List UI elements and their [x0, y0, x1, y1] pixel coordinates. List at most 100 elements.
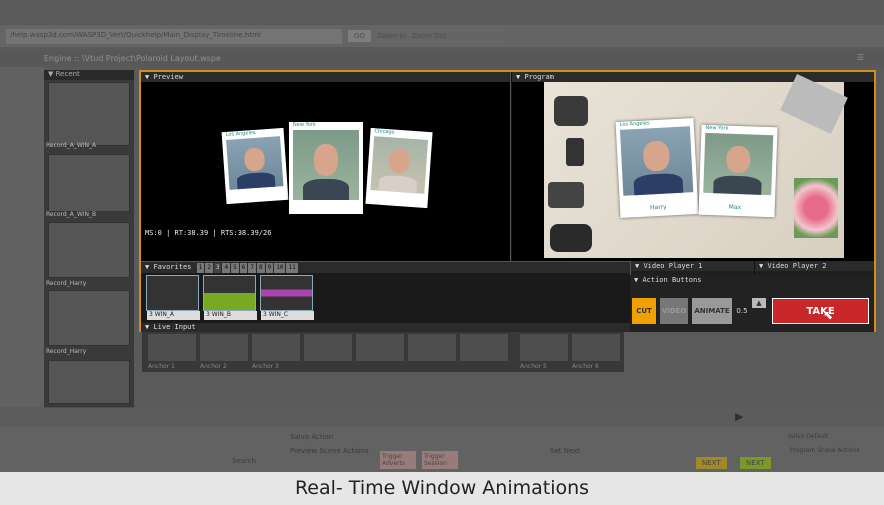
program-header: ▼ Program: [512, 72, 874, 82]
go-button[interactable]: GO: [348, 30, 371, 42]
preview-panel: ▼ Preview Los Angeles New York Chicago M…: [141, 72, 511, 261]
next-button[interactable]: NEXT: [696, 457, 727, 469]
trigger-session-button[interactable]: Trigger Session: [422, 451, 458, 469]
engine-title-bar: Engine :: \Vtud Project\Polaroid Layout.…: [0, 51, 884, 67]
camera-prop: [554, 96, 588, 126]
salvo-default-label: Salvo Default: [788, 433, 829, 440]
flowers-prop: [794, 178, 838, 238]
take-button[interactable]: TAKE: [772, 298, 869, 324]
engine-title: Engine :: \Vtud Project\Polaroid Layout.…: [44, 54, 221, 63]
live-input-thumb[interactable]: [252, 334, 300, 361]
polaroid: New York Max: [698, 124, 778, 218]
laptop-prop: [780, 74, 848, 134]
favorite-label: 3 WIN_A: [147, 311, 200, 320]
polaroid: Chicago: [365, 127, 433, 209]
live-input-thumb[interactable]: [520, 334, 568, 361]
favorites-tab[interactable]: 9: [265, 263, 274, 273]
recent-thumb[interactable]: [48, 154, 130, 212]
cut-button[interactable]: CUT: [632, 298, 656, 324]
play-icon[interactable]: ▶: [735, 410, 743, 423]
live-input-label: Anchor 2: [200, 363, 227, 370]
recent-label: Record_A_WIN_B: [46, 211, 97, 218]
trigger-adverts-button[interactable]: Trigger Adverts: [380, 451, 416, 469]
favorites-tab[interactable]: 7: [248, 263, 256, 273]
favorite-item[interactable]: 3 WIN_C: [260, 275, 314, 320]
favorites-tab[interactable]: 2: [205, 263, 213, 273]
menu-icon[interactable]: ☰: [857, 53, 864, 62]
video-caption: Real- Time Window Animations: [0, 472, 884, 505]
live-input-thumb[interactable]: [304, 334, 352, 361]
url-field[interactable]: /help.wasp3d.com/WASP3D_Vert/Quickhelp/M…: [6, 28, 342, 44]
engine-main-panel: ▼ Preview Los Angeles New York Chicago M…: [139, 70, 876, 332]
duration-up-arrow-icon[interactable]: ▲: [752, 298, 766, 308]
action-buttons-panel: ▼ Action Buttons CUT VIDEO ANIMATE 0.5 ▲…: [630, 275, 874, 332]
live-input-thumb[interactable]: [460, 334, 508, 361]
zoom-in-link[interactable]: Zoom In: [377, 32, 406, 40]
favorites-tab[interactable]: 5: [231, 263, 239, 273]
polaroid: Los Angeles: [221, 127, 289, 205]
favorites-tab[interactable]: 1: [196, 263, 205, 273]
search-label[interactable]: Search: [232, 457, 256, 465]
zoom-out-link[interactable]: Zoom Out: [412, 32, 447, 40]
recent-thumb[interactable]: [48, 82, 130, 146]
animate-button[interactable]: ANIMATE: [692, 298, 732, 324]
live-input-thumb[interactable]: [148, 334, 196, 361]
favorites-header: ▼ Favorites 1 2 3 4 5 6 7 8 9 10 11: [141, 262, 630, 273]
phone-prop: [566, 138, 584, 166]
video-player-2-header: ▼ Video Player 2: [755, 261, 874, 271]
polaroid: New York: [289, 122, 363, 214]
recent-thumb[interactable]: [48, 290, 130, 346]
recent-panel: ▼ Recent Record_A_WIN_A Record_A_WIN_B R…: [44, 70, 134, 408]
recent-label: Record_Harry: [46, 348, 87, 355]
next-button[interactable]: NEXT: [740, 457, 771, 469]
recent-label: Record_A_WIN_A: [46, 142, 97, 149]
live-input-thumb[interactable]: [200, 334, 248, 361]
video-player-1-panel: ▼ Video Player 1: [630, 261, 754, 275]
live-input-thumb[interactable]: [408, 334, 456, 361]
favorites-tab[interactable]: 10: [274, 263, 286, 273]
polaroid: Los Angeles Harry: [615, 118, 699, 218]
mouse-cursor-icon: ⬉: [823, 308, 834, 322]
preview-header: ▼ Preview: [141, 72, 510, 82]
video-player-1-header: ▼ Video Player 1: [631, 261, 754, 271]
live-input-label: Anchor 3: [252, 363, 279, 370]
action-buttons-header: ▼ Action Buttons: [630, 275, 874, 285]
salvo-panel: Salvo Action Preview Scene Actions Trigg…: [0, 427, 884, 472]
favorites-tab[interactable]: 3: [213, 263, 222, 273]
camera-prop: [548, 182, 584, 208]
program-panel: ▼ Program Los Angeles Harry New York Max: [512, 72, 874, 261]
favorites-tab[interactable]: 6: [239, 263, 248, 273]
favorites-tab[interactable]: 11: [286, 263, 298, 273]
duration-value[interactable]: 0.5: [734, 298, 750, 324]
recent-header: ▼ Recent: [44, 70, 134, 80]
recent-thumb[interactable]: [48, 360, 130, 404]
preview-status: MS:0 | RT:38.39 | RTS:38.39/26: [145, 229, 272, 237]
salvo-action-label: Salvo Action: [290, 433, 334, 441]
app-window: /help.wasp3d.com/WASP3D_Vert/Quickhelp/M…: [0, 0, 884, 505]
favorites-tab[interactable]: 4: [222, 263, 231, 273]
live-input-label: Anchor 6: [572, 363, 599, 370]
set-next-label: Set Next: [550, 447, 581, 455]
favorites-panel: ▼ Favorites 1 2 3 4 5 6 7 8 9 10 11 3 WIN_A 3 WIN_…: [141, 261, 630, 323]
recent-label: Record_Harry: [46, 280, 87, 287]
timeline-toolbar: ▶: [0, 407, 884, 427]
favorites-tab[interactable]: 8: [256, 263, 265, 273]
live-input-label: Anchor 5: [520, 363, 547, 370]
video-button[interactable]: VIDEO: [660, 298, 688, 324]
video-player-2-panel: ▼ Video Player 2: [755, 261, 874, 275]
favorite-label: 3 WIN_B: [204, 311, 257, 320]
favorite-item[interactable]: 3 WIN_A: [146, 275, 200, 320]
preview-scene-actions-label: Preview Scene Actions: [290, 447, 369, 455]
recent-thumb[interactable]: [48, 222, 130, 278]
program-scene-actions-label: Program Scene Actions: [790, 447, 860, 454]
favorite-label: 3 WIN_C: [261, 311, 314, 320]
live-input-label: Anchor 1: [148, 363, 175, 370]
live-input-thumb[interactable]: [356, 334, 404, 361]
url-bar: /help.wasp3d.com/WASP3D_Vert/Quickhelp/M…: [0, 25, 884, 47]
live-input-thumb[interactable]: [572, 334, 620, 361]
live-input-strip: Anchor 1 Anchor 2 Anchor 3 Anchor 5 Anch…: [142, 332, 624, 372]
left-sidebar: [0, 67, 44, 407]
favorite-item[interactable]: 3 WIN_B: [203, 275, 257, 320]
live-input-header: ▼ Live Input: [141, 323, 630, 332]
program-desk-scene: Los Angeles Harry New York Max: [544, 74, 848, 258]
